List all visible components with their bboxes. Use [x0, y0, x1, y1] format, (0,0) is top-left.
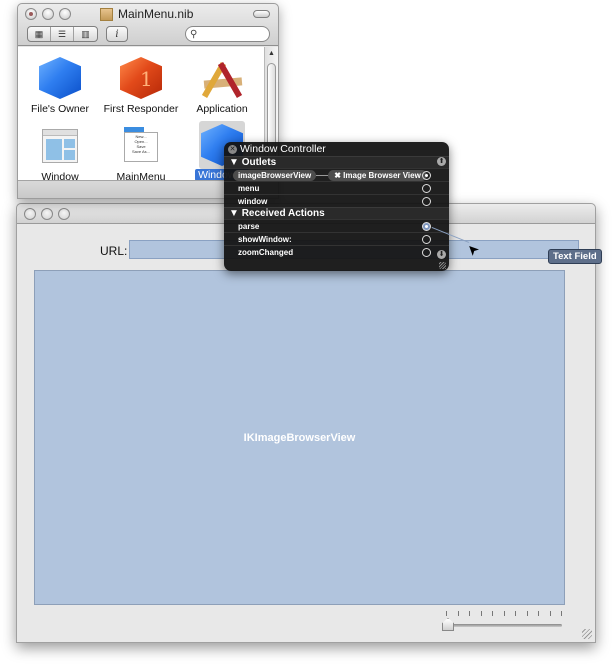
- connection-circle-icon[interactable]: [422, 171, 431, 180]
- object-first-responder[interactable]: First Responder: [101, 57, 181, 115]
- window-icon: [42, 129, 78, 163]
- target-tooltip: Text Field: [548, 249, 602, 264]
- window-title: MainMenu.nib: [100, 7, 193, 21]
- outlet-row[interactable]: menu: [224, 181, 449, 194]
- action-row[interactable]: showWindow:: [224, 232, 449, 245]
- action-row[interactable]: parse: [224, 219, 449, 232]
- close-icon[interactable]: ✕: [228, 144, 237, 154]
- disconnect-icon[interactable]: ✖: [334, 171, 343, 180]
- application-icon: [201, 57, 243, 99]
- connection-circle-icon[interactable]: [422, 235, 431, 244]
- image-browser-view[interactable]: IKImageBrowserView: [34, 270, 565, 605]
- close-button[interactable]: [24, 208, 36, 220]
- scroll-up-arrow-icon[interactable]: ▲: [265, 50, 278, 57]
- minimize-button[interactable]: [42, 8, 54, 20]
- menu-icon: New... Open... Save Save As...: [124, 127, 158, 165]
- scroll-up-icon[interactable]: ⬆: [437, 157, 446, 166]
- connection-circle-icon[interactable]: [422, 248, 431, 257]
- column-view-icon[interactable]: ▥: [74, 27, 97, 41]
- search-icon: ⚲: [190, 28, 198, 40]
- slider-ticks: [446, 611, 562, 617]
- blue-cube-icon: [39, 57, 81, 99]
- disclosure-triangle-icon[interactable]: ▼: [229, 157, 242, 168]
- zoom-button[interactable]: [59, 8, 71, 20]
- view-mode-segmented-control[interactable]: ▦ ☰ ▥: [27, 26, 98, 42]
- red-cube-icon: [120, 57, 162, 99]
- scroll-down-icon[interactable]: ⬇: [437, 250, 446, 259]
- nib-file-icon: [100, 7, 113, 21]
- connection-circle-icon[interactable]: [422, 197, 431, 206]
- toolbar-toggle-button[interactable]: [253, 10, 270, 18]
- object-window[interactable]: Window: [20, 125, 100, 183]
- minimize-button[interactable]: [41, 208, 53, 220]
- connections-panel: ✕ Window Controller ▼ Outlets imageBrows…: [224, 142, 449, 271]
- received-actions-section-header[interactable]: ▼ Received Actions: [224, 207, 449, 219]
- icon-view-icon[interactable]: ▦: [28, 27, 51, 41]
- slider-track: [446, 624, 562, 627]
- image-browser-view-label: IKImageBrowserView: [243, 431, 356, 444]
- connection-circle-icon[interactable]: [422, 184, 431, 193]
- resize-grip[interactable]: [439, 262, 446, 269]
- outlet-row[interactable]: imageBrowserView ✖ Image Browser View: [224, 168, 449, 181]
- zoom-button[interactable]: [58, 208, 70, 220]
- info-button[interactable]: i: [106, 26, 128, 42]
- disclosure-triangle-icon[interactable]: ▼: [229, 208, 242, 219]
- object-files-owner[interactable]: File's Owner: [20, 57, 100, 115]
- slider-knob[interactable]: [442, 618, 454, 631]
- connection-circle-icon[interactable]: [422, 222, 431, 231]
- resize-grip[interactable]: [582, 629, 592, 639]
- panel-titlebar[interactable]: ✕ Window Controller: [224, 142, 449, 156]
- nib-titlebar[interactable]: MainMenu.nib ▦ ☰ ▥ i ⚲: [18, 4, 278, 46]
- connection-target[interactable]: ✖ Image Browser View: [328, 169, 427, 181]
- url-label: URL:: [100, 244, 128, 258]
- list-view-icon[interactable]: ☰: [51, 27, 74, 41]
- connection-line: [316, 174, 329, 176]
- outlet-row[interactable]: window: [224, 194, 449, 207]
- outlets-section-header[interactable]: ▼ Outlets: [224, 156, 449, 168]
- object-main-menu[interactable]: New... Open... Save Save As... MainMenu: [101, 125, 181, 183]
- object-application[interactable]: Application: [182, 57, 262, 115]
- action-row[interactable]: zoomChanged: [224, 245, 449, 258]
- search-field[interactable]: ⚲: [185, 26, 270, 42]
- close-button[interactable]: [25, 8, 37, 20]
- zoom-slider[interactable]: [442, 611, 564, 633]
